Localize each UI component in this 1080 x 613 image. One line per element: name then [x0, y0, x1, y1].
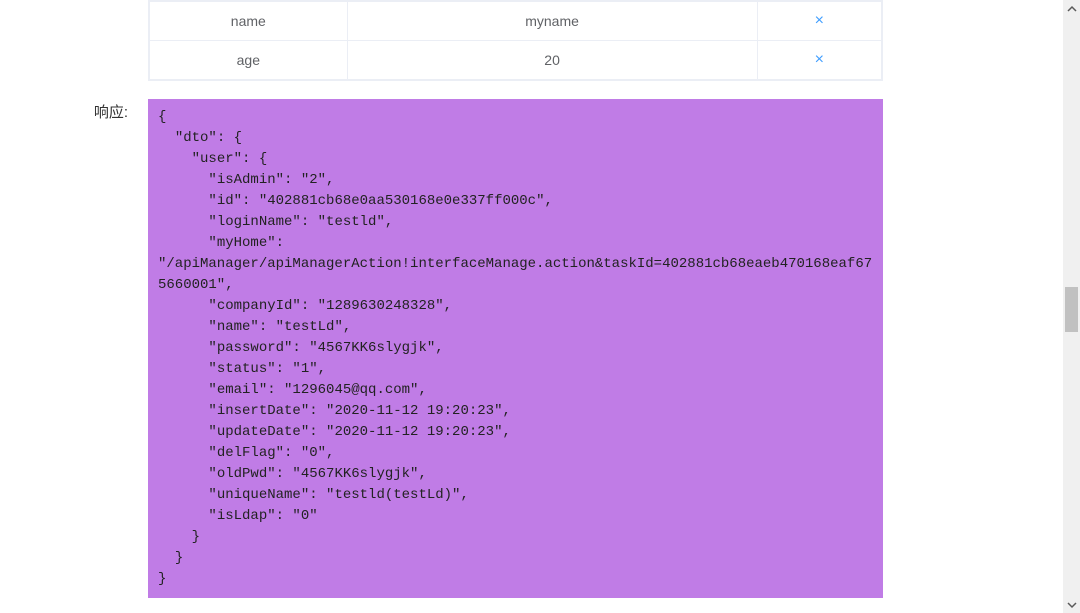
- scrollbar-thumb[interactable]: [1065, 287, 1078, 332]
- page-container: name myname × age 20 ×: [0, 0, 1063, 613]
- response-label: 响应:: [0, 99, 148, 122]
- scroll-up-icon[interactable]: [1063, 0, 1080, 17]
- response-section: 响应: { "dto": { "user": { "isAdmin": "2",…: [0, 99, 1063, 598]
- param-value-cell: 20: [347, 41, 757, 80]
- delete-row-button[interactable]: ×: [815, 12, 824, 30]
- table-row: name myname ×: [150, 2, 882, 41]
- table-row: age 20 ×: [150, 41, 882, 80]
- delete-row-button[interactable]: ×: [815, 51, 824, 69]
- param-action-cell: ×: [757, 2, 881, 41]
- scroll-down-icon[interactable]: [1063, 596, 1080, 613]
- param-action-cell: ×: [757, 41, 881, 80]
- vertical-scrollbar[interactable]: [1063, 0, 1080, 613]
- response-body: { "dto": { "user": { "isAdmin": "2", "id…: [148, 99, 883, 598]
- param-key-cell: age: [150, 41, 348, 80]
- params-table: name myname × age 20 ×: [149, 1, 882, 80]
- content-area: name myname × age 20 ×: [0, 0, 1063, 613]
- param-key-cell: name: [150, 2, 348, 41]
- params-table-wrapper: name myname × age 20 ×: [148, 0, 883, 81]
- param-value-cell: myname: [347, 2, 757, 41]
